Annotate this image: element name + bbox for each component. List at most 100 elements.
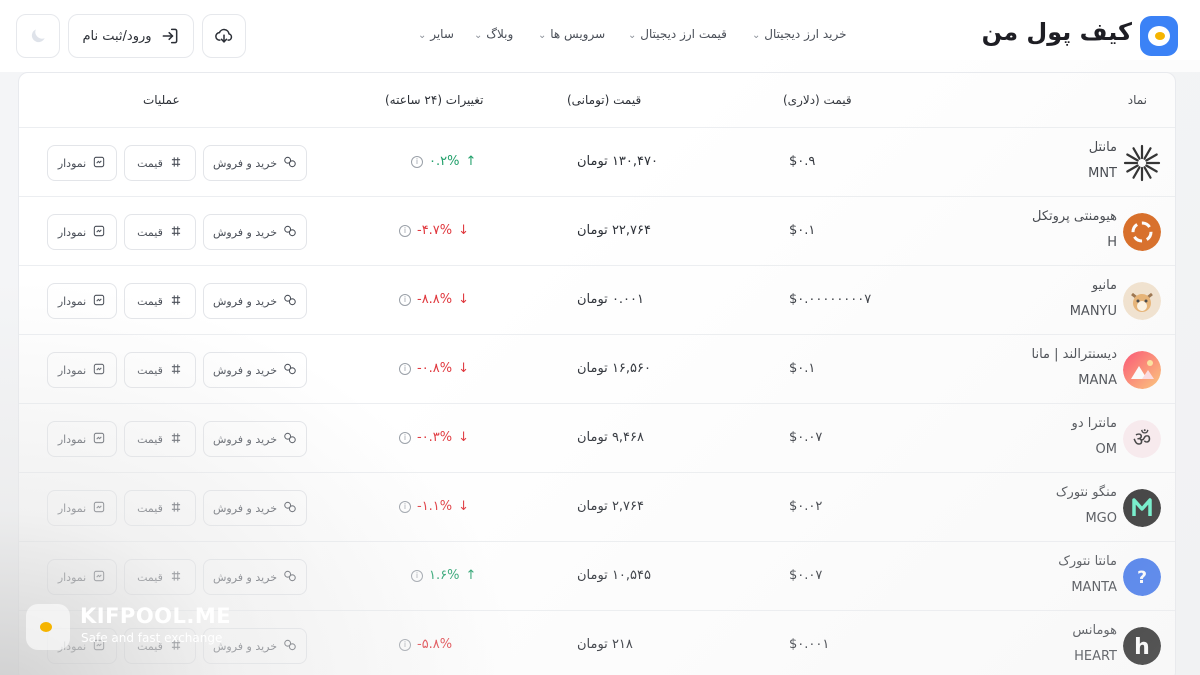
nav-label: سایر xyxy=(430,27,454,41)
info-icon[interactable]: i xyxy=(399,638,411,651)
chart-button[interactable]: نمودار xyxy=(47,145,117,181)
change-value: -۰.۸% xyxy=(417,361,453,376)
price-button[interactable]: قیمت xyxy=(124,421,196,457)
buy-sell-button[interactable]: خرید و فروش xyxy=(203,145,307,181)
buy-sell-label: خرید و فروش xyxy=(212,294,278,308)
change-value: -۸.۸% xyxy=(417,292,453,307)
price-button[interactable]: قیمت xyxy=(124,145,196,181)
nav-blog[interactable]: ⌄ وبلاگ xyxy=(470,27,513,47)
coin-name[interactable]: هومانس xyxy=(1072,623,1117,638)
download-app-button[interactable] xyxy=(202,14,246,58)
change-24h: i -۵.۸% xyxy=(399,637,458,652)
info-icon[interactable]: i xyxy=(411,569,423,582)
change-arrow-icon: ↓ xyxy=(458,292,470,307)
chart-button[interactable]: نمودار xyxy=(47,283,117,319)
info-icon[interactable]: i xyxy=(411,155,423,168)
chart-label: نمودار xyxy=(57,156,87,170)
buy-sell-icon xyxy=(283,638,297,655)
chart-button[interactable]: نمودار xyxy=(47,490,117,526)
price-icon xyxy=(169,362,183,379)
buy-sell-button[interactable]: خرید و فروش xyxy=(203,352,307,388)
theme-toggle-button[interactable] xyxy=(16,14,60,58)
coin-name[interactable]: هیومنتی پروتکل xyxy=(1032,209,1117,224)
chart-icon xyxy=(92,224,106,241)
coin-name[interactable]: مانتل xyxy=(1089,140,1117,155)
chevron-down-icon: ⌄ xyxy=(628,30,637,41)
price-button[interactable]: قیمت xyxy=(124,283,196,319)
usd-price: $۰.۰۷ xyxy=(789,568,823,583)
header-24h-change: تغییرات (۲۴ ساعته) xyxy=(385,93,484,107)
usd-price: $۰.۹ xyxy=(789,154,816,169)
nav-services[interactable]: ⌄ سرویس ها xyxy=(534,27,605,47)
usd-price: $۰.۰۰۱ xyxy=(789,637,830,652)
buy-sell-icon xyxy=(283,155,297,172)
table-row[interactable]: مانیو MANYU $۰.۰۰۰۰۰۰۰۰۷ ۰.۰۰۱ تومان i -۸.۸% ↓… xyxy=(19,265,1175,334)
coin-name[interactable]: مانترا دو xyxy=(1072,416,1117,431)
price-label: قیمت xyxy=(137,570,163,584)
brand-logo-text[interactable]: کیف پول من xyxy=(982,18,1132,54)
price-button[interactable]: قیمت xyxy=(124,490,196,526)
moon-icon xyxy=(31,29,45,43)
coin-symbol: MGO xyxy=(1085,511,1117,526)
change-arrow-icon: ↓ xyxy=(458,430,470,445)
table-row[interactable]: هیومنتی پروتکل H $۰.۱ ۲۲,۷۶۴ تومان i -۴.۷% ↓ خر… xyxy=(19,196,1175,265)
table-row[interactable]: مانتل MNT $۰.۹ ۱۳۰,۴۷۰ تومان i ۰.۲% ↑ خرید و فر… xyxy=(19,127,1175,196)
chart-button[interactable]: نمودار xyxy=(47,421,117,457)
buy-sell-button[interactable]: خرید و فروش xyxy=(203,490,307,526)
header-symbol: نماد xyxy=(1127,93,1147,107)
om-icon: ॐ xyxy=(1123,420,1161,458)
price-icon xyxy=(169,155,183,172)
chart-label: نمودار xyxy=(57,363,87,377)
table-row[interactable]: ? مانتا نتورک MANTA $۰.۰۷ ۱۰,۵۴۵ تومان i ۱.۶% ↑… xyxy=(19,541,1175,610)
price-button[interactable]: قیمت xyxy=(124,559,196,595)
price-button[interactable]: قیمت xyxy=(124,352,196,388)
chart-button[interactable]: نمودار xyxy=(47,352,117,388)
nav-buy-crypto[interactable]: ⌄ خرید ارز دیجیتال xyxy=(748,27,847,47)
table-row[interactable]: منگو نتورک MGO $۰.۰۲ ۲,۷۶۴ تومان i -۱.۱% ↓ خرید… xyxy=(19,472,1175,541)
info-icon[interactable]: i xyxy=(399,500,411,513)
info-icon[interactable]: i xyxy=(399,362,411,375)
price-button[interactable]: قیمت xyxy=(124,214,196,250)
info-icon[interactable]: i xyxy=(399,293,411,306)
nav-other[interactable]: ⌄ سایر xyxy=(414,27,454,47)
buy-sell-label: خرید و فروش xyxy=(212,570,278,584)
brand-logo-icon[interactable] xyxy=(1140,16,1178,56)
buy-sell-button[interactable]: خرید و فروش xyxy=(203,214,307,250)
buy-sell-icon xyxy=(283,431,297,448)
price-label: قیمت xyxy=(137,432,163,446)
chart-button[interactable]: نمودار xyxy=(47,559,117,595)
coin-name[interactable]: مانتا نتورک xyxy=(1058,554,1117,569)
change-value: ۰.۲% xyxy=(429,154,460,169)
toman-price: ۱۶,۵۶۰ تومان xyxy=(577,361,651,376)
nav-crypto-price[interactable]: ⌄ قیمت ارز دیجیتال xyxy=(624,27,727,47)
info-icon[interactable]: i xyxy=(399,224,411,237)
buy-sell-button[interactable]: خرید و فروش xyxy=(203,283,307,319)
svg-text:h: h xyxy=(1134,635,1150,660)
coin-name[interactable]: دیسنترالند | مانا xyxy=(1032,347,1118,362)
price-label: قیمت xyxy=(137,501,163,515)
table-row[interactable]: ॐ مانترا دو OM $۰.۰۷ ۹,۴۶۸ تومان i -۰.۳% ↓ خرید … xyxy=(19,403,1175,472)
buy-sell-label: خرید و فروش xyxy=(212,501,278,515)
chart-icon xyxy=(92,431,106,448)
nav-label: سرویس ها xyxy=(550,27,606,41)
usd-price: $۰.۱ xyxy=(789,223,816,238)
login-icon xyxy=(162,28,177,44)
mango-icon xyxy=(1123,489,1161,527)
chart-icon xyxy=(92,500,106,517)
buy-sell-button[interactable]: خرید و فروش xyxy=(203,559,307,595)
usd-price: $۰.۰۲ xyxy=(789,499,823,514)
table-row[interactable]: دیسنترالند | مانا MANA $۰.۱ ۱۶,۵۶۰ تومان i -۰… xyxy=(19,334,1175,403)
login-register-button[interactable]: ورود/ثبت نام xyxy=(68,14,194,58)
chart-button[interactable]: نمودار xyxy=(47,214,117,250)
coin-name[interactable]: منگو نتورک xyxy=(1056,485,1117,500)
buy-sell-label: خرید و فروش xyxy=(212,432,278,446)
toman-price: ۲,۷۶۴ تومان xyxy=(577,499,644,514)
chevron-down-icon: ⌄ xyxy=(752,30,761,41)
change-arrow-icon: ↓ xyxy=(458,361,470,376)
coin-name[interactable]: مانیو xyxy=(1092,278,1117,293)
buy-sell-button[interactable]: خرید و فروش xyxy=(203,421,307,457)
header-operations: عملیات xyxy=(143,93,180,107)
info-icon[interactable]: i xyxy=(399,431,411,444)
chevron-down-icon: ⌄ xyxy=(418,30,427,41)
usd-price: $۰.۱ xyxy=(789,361,816,376)
